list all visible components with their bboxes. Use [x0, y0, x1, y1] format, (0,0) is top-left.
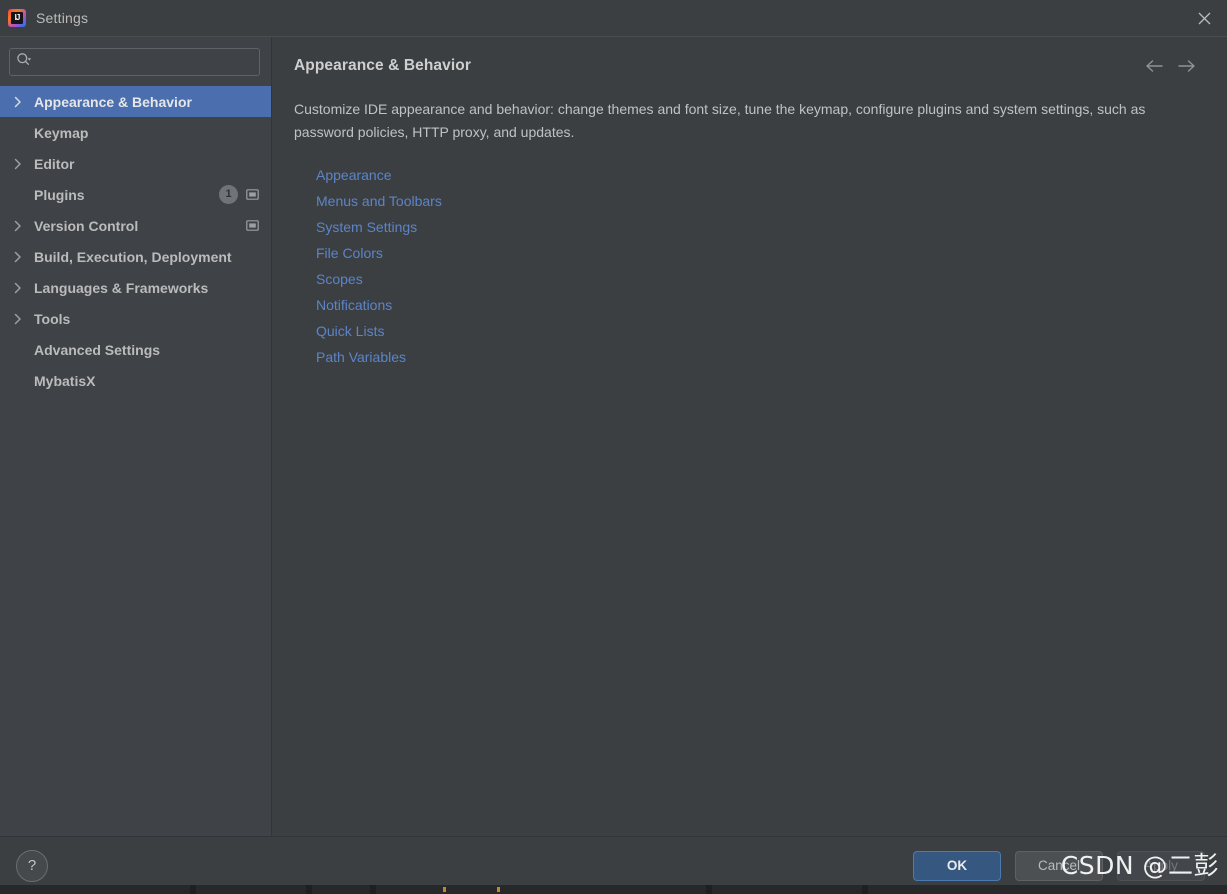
title-bar: IJ Settings [0, 0, 1227, 37]
chevron-right-icon [14, 251, 34, 263]
dialog-action-buttons: OK Cancel Apply [913, 850, 1205, 881]
open-in-window-icon[interactable] [246, 187, 259, 203]
sidebar-item-label: Languages & Frameworks [34, 279, 209, 296]
link-scopes[interactable]: Scopes [316, 266, 363, 292]
settings-sidebar: Appearance & Behavior Keymap Editor Plug… [0, 37, 272, 836]
sidebar-item-label: MybatisX [34, 372, 96, 389]
settings-content-panel: Appearance & Behavior Customize IDE appe… [272, 37, 1227, 836]
sidebar-item-mybatisx[interactable]: MybatisX [0, 365, 271, 396]
chevron-right-icon [14, 158, 34, 170]
sidebar-item-advanced-settings[interactable]: Advanced Settings [0, 334, 271, 365]
navigation-arrows [1144, 57, 1197, 79]
settings-tree: Appearance & Behavior Keymap Editor Plug… [0, 86, 271, 396]
link-file-colors[interactable]: File Colors [316, 240, 383, 266]
arrow-left-icon[interactable] [1144, 58, 1164, 79]
apply-button: Apply [1117, 850, 1205, 881]
link-quick-lists[interactable]: Quick Lists [316, 318, 384, 344]
link-appearance[interactable]: Appearance [316, 162, 392, 188]
help-button[interactable]: ? [16, 849, 48, 882]
content-header: Appearance & Behavior [294, 57, 1197, 79]
window-title: Settings [36, 10, 89, 26]
settings-links-list: Appearance Menus and Toolbars System Set… [294, 162, 1197, 370]
sidebar-item-version-control[interactable]: Version Control [0, 210, 271, 241]
ok-button[interactable]: OK [913, 850, 1001, 881]
sidebar-item-accessories [246, 218, 259, 234]
link-system-settings[interactable]: System Settings [316, 214, 417, 240]
link-notifications[interactable]: Notifications [316, 292, 392, 318]
sidebar-item-appearance-behavior[interactable]: Appearance & Behavior [0, 86, 271, 117]
chevron-right-icon [14, 282, 34, 294]
settings-dialog: IJ Settings Appearance & Behavior Keymap… [0, 0, 1227, 894]
search-box[interactable] [9, 48, 260, 76]
search-icon [16, 52, 33, 72]
sidebar-item-label: Appearance & Behavior [34, 93, 192, 110]
sidebar-item-label: Advanced Settings [34, 341, 161, 358]
sidebar-item-plugins[interactable]: Plugins 1 [0, 179, 271, 210]
chevron-right-icon [14, 96, 34, 108]
sidebar-item-accessories: 1 [219, 185, 259, 204]
sidebar-item-tools[interactable]: Tools [0, 303, 271, 334]
sidebar-item-editor[interactable]: Editor [0, 148, 271, 179]
chevron-right-icon [14, 313, 34, 325]
close-icon[interactable] [1181, 0, 1227, 36]
arrow-right-icon[interactable] [1177, 58, 1197, 79]
sidebar-item-label: Keymap [34, 124, 89, 141]
sidebar-item-label: Editor [34, 155, 75, 172]
page-description: Customize IDE appearance and behavior: c… [294, 101, 1146, 140]
desktop-taskbar-strip [0, 885, 1227, 894]
search-container [0, 48, 271, 86]
cancel-button[interactable]: Cancel [1015, 850, 1103, 881]
dialog-body: Appearance & Behavior Keymap Editor Plug… [0, 37, 1227, 836]
sidebar-item-languages-frameworks[interactable]: Languages & Frameworks [0, 272, 271, 303]
chevron-right-icon [14, 220, 34, 232]
sidebar-item-label: Tools [34, 310, 71, 327]
open-in-window-icon[interactable] [246, 218, 259, 234]
sidebar-item-keymap[interactable]: Keymap [0, 117, 271, 148]
plugins-update-badge: 1 [219, 185, 238, 204]
search-input[interactable] [33, 53, 253, 71]
link-menus-and-toolbars[interactable]: Menus and Toolbars [316, 188, 442, 214]
page-title: Appearance & Behavior [294, 57, 471, 74]
sidebar-item-label: Build, Execution, Deployment [34, 248, 232, 265]
sidebar-item-label: Version Control [34, 217, 139, 234]
intellij-idea-logo-icon: IJ [8, 9, 26, 27]
sidebar-item-build-execution-deployment[interactable]: Build, Execution, Deployment [0, 241, 271, 272]
link-path-variables[interactable]: Path Variables [316, 344, 406, 370]
sidebar-item-label: Plugins [34, 186, 85, 203]
